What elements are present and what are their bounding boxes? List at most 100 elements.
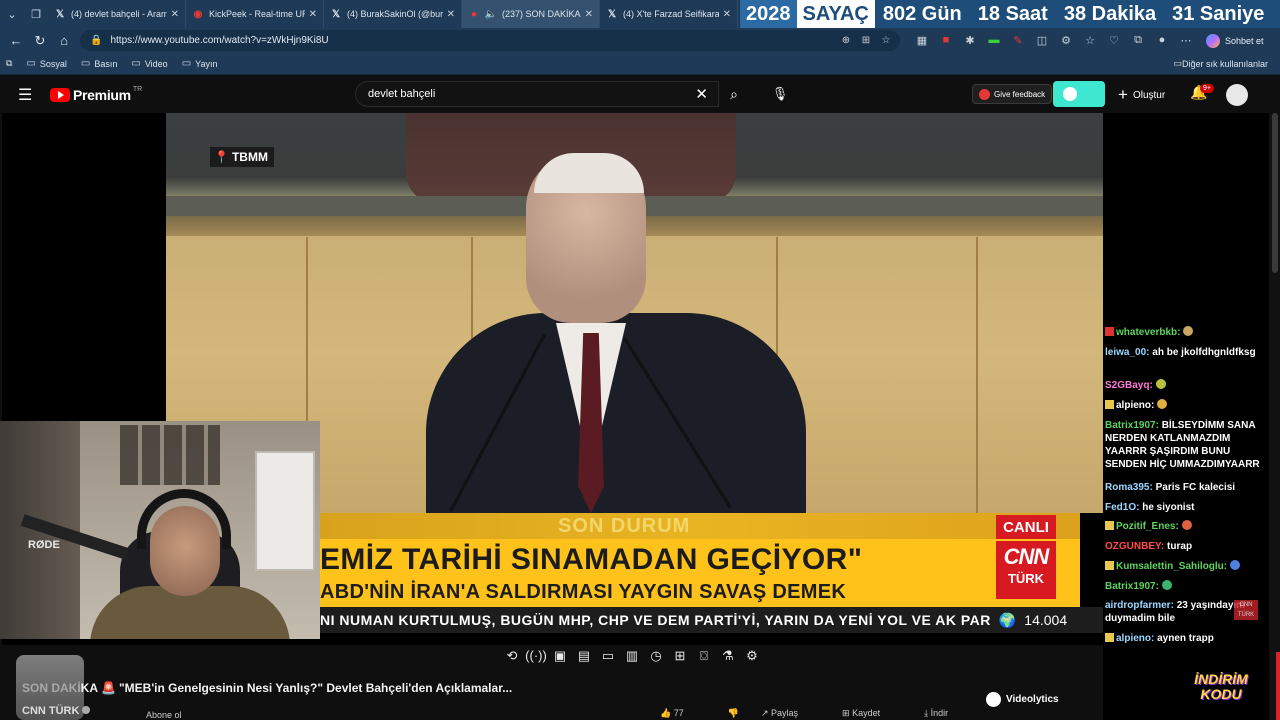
like-button[interactable]: 👍 77	[660, 708, 706, 719]
chat-username[interactable]: Fed1O:	[1105, 502, 1139, 513]
bookmark-folder[interactable]: ▭ Basın	[81, 58, 117, 69]
bookmark-folder[interactable]: ▭ Sosyal	[26, 58, 66, 69]
profile-icon[interactable]: ●	[1150, 34, 1174, 47]
speaker-icon[interactable]: 🔈	[485, 8, 497, 20]
chat-username[interactable]: alpieno:	[1116, 400, 1154, 411]
close-tab-icon[interactable]: ✕	[309, 9, 317, 20]
browser-tab[interactable]: 𝕏 (4) X'te Farzad Seifikaran: "I ✕	[600, 0, 738, 28]
videolytics-icon	[986, 692, 1001, 707]
videolytics-button[interactable]: Videolytics	[986, 692, 1059, 707]
chat-username[interactable]: Roma395:	[1105, 482, 1153, 493]
extension-toggle[interactable]	[1053, 81, 1105, 107]
other-bookmarks[interactable]: ▭ Diğer sık kullanılanlar	[1173, 58, 1268, 69]
avatar[interactable]	[1226, 84, 1248, 106]
split-screen-icon[interactable]: ◫	[1030, 34, 1054, 47]
emote-icon	[1155, 379, 1166, 389]
extension-icon[interactable]: ▦	[910, 34, 934, 47]
chat-username[interactable]: OZGUNBEY:	[1105, 541, 1164, 552]
voice-search-mic-icon[interactable]: 🎙	[768, 82, 792, 106]
headline-main: EMİZ TARİHİ SINAMADAN GEÇİYOR"	[320, 543, 863, 576]
siren-icon: 🚨	[101, 681, 116, 695]
page-scrollbar[interactable]	[1270, 113, 1280, 720]
download-label: İndir	[930, 708, 949, 718]
back-icon[interactable]: ←	[4, 30, 28, 52]
url-field[interactable]: 🔒 https://www.youtube.com/watch?v=zWkHjn…	[80, 30, 900, 51]
chat-username[interactable]: airdropfarmer:	[1105, 600, 1174, 611]
search-icon: ⌕	[730, 85, 738, 102]
refresh-icon[interactable]: ↻	[28, 30, 52, 52]
bookmark-folder[interactable]: ▭ Video	[131, 58, 167, 69]
favorite-star-icon[interactable]: ☆	[876, 35, 896, 46]
chat-username[interactable]: alpieno:	[1116, 633, 1154, 644]
channel-label: CNN TÜRK	[22, 705, 80, 717]
browser-tab[interactable]: 𝕏 (4) devlet bahçeli - Arama / ✕	[48, 0, 186, 28]
chat-username[interactable]: whateverbkb:	[1116, 327, 1180, 338]
subscribe-button[interactable]: Abone ol	[146, 710, 182, 720]
news-headline: EMİZ TARİHİ SINAMADAN GEÇİYOR" ABD'NİN İ…	[318, 539, 1080, 607]
extension-icon[interactable]: ▬	[982, 34, 1006, 47]
chat-username[interactable]: Batrix1907:	[1105, 420, 1159, 431]
chat-username[interactable]: S2GBayq:	[1105, 380, 1153, 391]
discount-line-2: KODU	[1200, 686, 1242, 702]
chat-text: turap	[1167, 541, 1193, 552]
more-menu-icon[interactable]: ⋯	[1174, 34, 1198, 47]
chat-username[interactable]: Batrix1907:	[1105, 581, 1159, 592]
download-button[interactable]: ⤓ İndir	[924, 708, 970, 719]
clear-search-icon[interactable]: ✕	[695, 85, 708, 103]
performance-icon[interactable]: ♡	[1102, 34, 1126, 47]
browser-tab-active[interactable]: ● 🔈 (237) SON DAKİKA 🚨 "M ✕	[462, 0, 600, 28]
create-button[interactable]: + Oluştur	[1118, 85, 1165, 105]
dislike-icon[interactable]: 👎	[728, 708, 739, 719]
extension-puzzle-icon[interactable]: ⚙	[1054, 34, 1078, 47]
chat-username[interactable]: Pozitif_Enes:	[1116, 521, 1179, 532]
translate-icon[interactable]: ⊕	[836, 35, 856, 46]
tab-label: (4) X'te Farzad Seifikaran: "I	[623, 9, 719, 19]
browser-tab[interactable]: ◉ KickPeek - Real-time URL C ✕	[186, 0, 324, 28]
search-input[interactable]: devlet bahçeli ✕	[355, 81, 719, 107]
x-logo-icon: 𝕏	[331, 8, 341, 20]
collections-bookmark-icon[interactable]: ⧉	[6, 58, 12, 69]
son-durum-text: SON DURUM	[558, 515, 691, 537]
folder-icon: ▭	[26, 58, 36, 69]
whiteboard	[255, 451, 315, 571]
browser-tab[interactable]: 𝕏 (4) BurakSakinOl (@buraksak ✕	[324, 0, 462, 28]
scrollbar-thumb[interactable]	[1272, 113, 1278, 273]
close-tab-icon[interactable]: ✕	[447, 9, 455, 20]
chat-username[interactable]: leiwa_00:	[1105, 347, 1149, 358]
search-value: devlet bahçeli	[368, 88, 436, 100]
x-logo-icon: 𝕏	[607, 8, 617, 20]
home-icon[interactable]: ⌂	[52, 30, 76, 52]
tab-list-chevron-icon[interactable]: ⌄	[0, 0, 24, 28]
live-badge: CANLI	[996, 515, 1056, 539]
save-button[interactable]: ⊞ Kaydet	[842, 708, 902, 719]
counter-hours: 18 Saat	[977, 2, 1048, 25]
badge-icon	[1105, 633, 1114, 642]
badge-icon	[1105, 400, 1114, 409]
apps-icon[interactable]: ⊞	[856, 35, 876, 46]
accent-bar	[1276, 652, 1280, 720]
extension-icon[interactable]: ✱	[958, 34, 982, 47]
close-tab-icon[interactable]: ✕	[723, 9, 731, 20]
extension-icon[interactable]: ✎	[1006, 34, 1030, 47]
favorites-icon[interactable]: ☆	[1078, 34, 1102, 47]
search-button[interactable]: ⌕	[719, 81, 749, 107]
close-tab-icon[interactable]: ✕	[171, 9, 179, 20]
give-feedback-button[interactable]: Give feedback	[972, 84, 1053, 104]
channel-name[interactable]: CNN TÜRK	[22, 705, 91, 717]
bookmark-label: Sosyal	[39, 58, 67, 69]
chat-message: whateverbkb:	[1105, 326, 1269, 339]
extension-icon[interactable]: ■	[934, 34, 958, 47]
chat-username[interactable]: Kumsalettin_Sahiloglu:	[1116, 561, 1227, 572]
lock-icon[interactable]: 🔒	[90, 35, 102, 46]
mini-logo-text: TÜRK	[1237, 612, 1255, 618]
share-button[interactable]: ↗ Paylaş	[761, 708, 820, 719]
collections-icon[interactable]: ⧉	[1126, 34, 1150, 47]
bookmark-folder[interactable]: ▭ Yayın	[182, 58, 218, 69]
workspaces-icon[interactable]: ❐	[24, 0, 48, 28]
bookmark-label: Yayın	[195, 58, 218, 69]
close-tab-icon[interactable]: ✕	[585, 9, 593, 20]
youtube-premium-logo[interactable]: Premium TR	[50, 86, 142, 103]
globe-icon: 🌍	[998, 611, 1017, 628]
menu-hamburger-icon[interactable]: ☰	[18, 85, 36, 105]
copilot-button[interactable]: Sohbet et	[1206, 33, 1264, 48]
